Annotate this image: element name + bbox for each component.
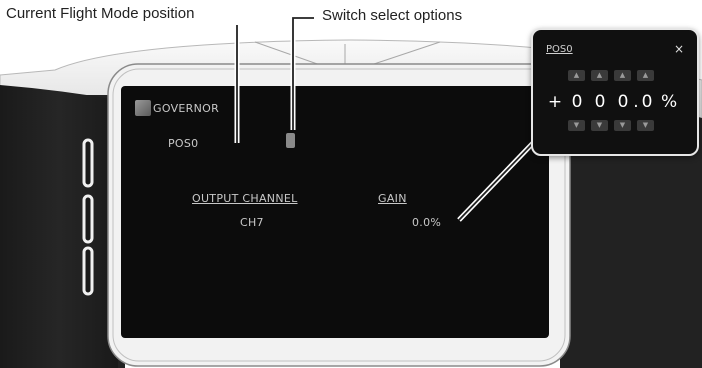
screen-title: GOVERNOR <box>153 102 220 115</box>
diagram-stage: GOVERNOR POS0 OUTPUT CHANNEL CH7 GAIN 0.… <box>0 0 702 368</box>
gain-value[interactable]: 0.0% <box>412 216 441 229</box>
callout-switch-select: Switch select options <box>322 7 463 24</box>
value-editor-popup: POS0 × ▲ ▲ ▲ ▲ + 0 0 0 . 0 % ▼ ▼ ▼ ▼ <box>531 28 699 156</box>
digit-2-up-button[interactable]: ▲ <box>591 70 608 81</box>
digit-1-up-button[interactable]: ▲ <box>568 70 585 81</box>
digit-4-down-button[interactable]: ▼ <box>637 120 654 131</box>
digit-3-up-button[interactable]: ▲ <box>614 70 631 81</box>
callout-flight-mode: Current Flight Mode position <box>6 5 195 22</box>
digit-4: 0 <box>641 92 653 112</box>
output-channel-label: OUTPUT CHANNEL <box>192 192 298 205</box>
back-icon[interactable] <box>135 100 151 116</box>
digit-3-down-button[interactable]: ▼ <box>614 120 631 131</box>
sign-value[interactable]: + <box>547 92 563 112</box>
digit-1: 0 <box>571 92 583 112</box>
unit-percent: % <box>661 92 678 112</box>
lcd-screen <box>121 86 549 338</box>
close-icon[interactable]: × <box>674 42 684 56</box>
digit-2-down-button[interactable]: ▼ <box>591 120 608 131</box>
switch-toggle-icon[interactable] <box>286 133 295 148</box>
gain-label: GAIN <box>378 192 407 205</box>
digit-4-up-button[interactable]: ▲ <box>637 70 654 81</box>
digit-2: 0 <box>594 92 606 112</box>
output-channel-value[interactable]: CH7 <box>240 216 264 229</box>
flight-mode-value: POS0 <box>168 137 199 150</box>
popup-title: POS0 <box>546 44 573 55</box>
digit-1-down-button[interactable]: ▼ <box>568 120 585 131</box>
